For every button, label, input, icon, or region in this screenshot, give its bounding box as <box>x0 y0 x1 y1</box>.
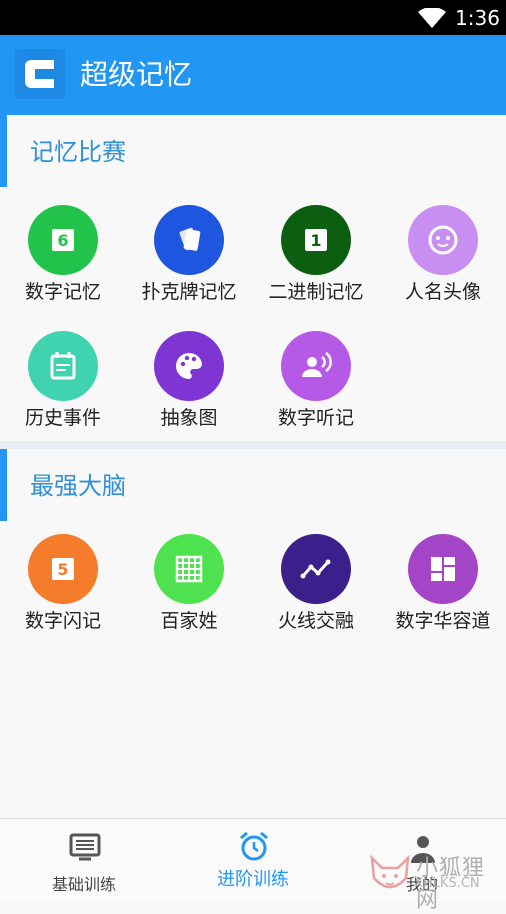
item-binary-memory[interactable]: 1 二进制记忆 <box>253 205 379 315</box>
number-1-icon: 1 <box>281 205 351 275</box>
section-accent-bar <box>0 449 7 521</box>
app-bar: 超级记忆 <box>0 35 506 115</box>
item-label: 数字记忆 <box>24 281 101 303</box>
number-6-icon: 6 <box>28 205 98 275</box>
section-strongest-brain: 最强大脑 5 数字闪记 百家姓 火线交融 数字华容道 <box>0 449 506 818</box>
svg-text:5: 5 <box>57 560 68 579</box>
cards-icon <box>154 205 224 275</box>
section-header: 最强大脑 <box>0 449 506 521</box>
item-poker-memory[interactable]: 扑克牌记忆 <box>126 205 252 315</box>
monitor-list-icon <box>69 833 101 861</box>
item-fireline[interactable]: 火线交融 <box>253 534 379 644</box>
item-label: 二进制记忆 <box>268 281 364 303</box>
item-label: 数字闪记 <box>24 610 101 632</box>
tab-basic-training[interactable]: 基础训练 <box>0 819 168 901</box>
item-number-flash[interactable]: 5 数字闪记 <box>0 534 126 644</box>
item-label: 历史事件 <box>24 407 101 429</box>
alarm-clock-icon <box>240 831 268 861</box>
dashboard-icon <box>408 534 478 604</box>
section-divider <box>0 441 506 449</box>
wifi-icon <box>418 8 446 28</box>
svg-text:6: 6 <box>57 231 68 250</box>
face-icon <box>408 205 478 275</box>
item-label: 百家姓 <box>160 610 218 632</box>
section-memory-competition: 记忆比赛 6 数字记忆 扑克牌记忆 1 二进制记忆 人名头像 历史事件 抽象图 … <box>0 115 506 445</box>
item-number-listening[interactable]: 数字听记 <box>253 331 379 441</box>
watermark: 小狐狸网 XHLKS.CN <box>360 848 506 913</box>
section-header: 记忆比赛 <box>0 115 506 187</box>
status-bar: 1:36 <box>0 0 506 35</box>
tab-label: 进阶训练 <box>217 869 289 890</box>
palette-icon <box>154 331 224 401</box>
item-number-klotski[interactable]: 数字华容道 <box>380 534 506 644</box>
item-surnames[interactable]: 百家姓 <box>126 534 252 644</box>
section-title: 记忆比赛 <box>30 138 126 166</box>
item-label: 火线交融 <box>277 610 354 632</box>
item-name-face[interactable]: 人名头像 <box>380 205 506 315</box>
tab-advanced-training[interactable]: 进阶训练 <box>169 819 337 901</box>
tab-label: 基础训练 <box>51 875 116 894</box>
voice-icon <box>281 331 351 401</box>
item-label: 数字听记 <box>277 407 354 429</box>
calendar-icon <box>28 331 98 401</box>
app-logo-icon <box>15 49 65 99</box>
clock-time: 1:36 <box>455 6 500 30</box>
grid-icon <box>154 534 224 604</box>
item-label: 扑克牌记忆 <box>141 281 237 303</box>
number-5-icon: 5 <box>28 534 98 604</box>
section-title: 最强大脑 <box>30 472 126 500</box>
line-chart-icon <box>281 534 351 604</box>
fox-logo-icon <box>370 854 410 889</box>
app-title: 超级记忆 <box>80 58 193 91</box>
watermark-url: XHLKS.CN <box>414 876 480 891</box>
section-accent-bar <box>0 115 7 187</box>
item-label: 人名头像 <box>404 281 481 303</box>
item-number-memory[interactable]: 6 数字记忆 <box>0 205 126 315</box>
item-abstract-image[interactable]: 抽象图 <box>126 331 252 441</box>
item-label: 数字华容道 <box>395 610 491 632</box>
item-history-events[interactable]: 历史事件 <box>0 331 126 441</box>
svg-text:1: 1 <box>310 231 321 250</box>
item-label: 抽象图 <box>160 407 218 429</box>
